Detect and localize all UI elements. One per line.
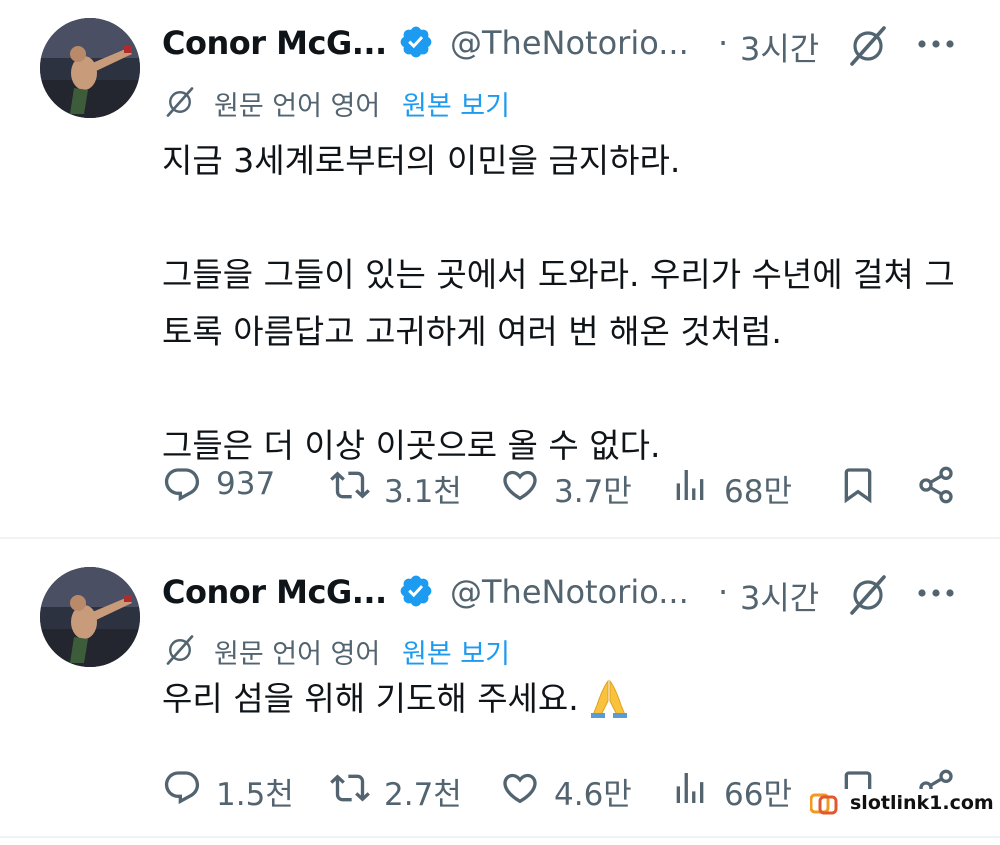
views-icon bbox=[676, 470, 704, 500]
tweet-paragraph: 토록 아름답고 고귀하게 여러 번 해온 것처럼. bbox=[162, 312, 782, 351]
retweet-icon bbox=[330, 774, 370, 802]
tweet-header: Conor McG... @TheNotorio... · 3시간 bbox=[162, 567, 982, 617]
reply-count: 1.5천 bbox=[216, 777, 294, 813]
tweet-actions: 937 3.1천 3.7만 68만 bbox=[162, 460, 972, 510]
avatar-photo-icon bbox=[40, 567, 140, 667]
avatar[interactable] bbox=[40, 18, 140, 118]
more-icon[interactable] bbox=[914, 575, 958, 611]
bookmark-icon bbox=[844, 468, 872, 504]
tweet-text: 우리 섬을 위해 기도해 주세요. bbox=[162, 670, 982, 727]
tweet-paragraph: 그들을 그들이 있는 곳에서 도와라. 우리가 수년에 걸쳐 그 bbox=[162, 255, 955, 294]
views-icon bbox=[676, 773, 704, 803]
show-original-link[interactable]: 원본 보기 bbox=[402, 84, 510, 123]
author-handle[interactable]: @TheNotorio... bbox=[450, 573, 689, 611]
views-count: 68만 bbox=[724, 474, 792, 510]
tweet-paragraph-text: 우리 섬을 위해 기도해 주세요. bbox=[162, 679, 579, 718]
like-count: 3.7만 bbox=[554, 474, 632, 510]
avatar-photo-icon bbox=[40, 18, 140, 118]
share-icon bbox=[919, 466, 953, 504]
reply-icon bbox=[164, 771, 200, 805]
like-icon bbox=[503, 773, 537, 804]
views-count: 66만 bbox=[724, 777, 792, 813]
translation-bar: 원문 언어 영어 원본 보기 bbox=[162, 630, 662, 670]
avatar[interactable] bbox=[40, 567, 140, 667]
tweet-text: 지금 3세계로부터의 이민을 금지하라. 그들을 그들이 있는 곳에서 도와라.… bbox=[162, 132, 982, 474]
verified-badge-icon bbox=[400, 26, 432, 58]
grok-icon[interactable] bbox=[844, 22, 892, 70]
tweet-divider bbox=[0, 537, 1000, 539]
watermark-logo-icon bbox=[810, 793, 838, 815]
show-original-link[interactable]: 원본 보기 bbox=[402, 632, 510, 671]
tweet-header: Conor McG... @TheNotorio... · 3시간 bbox=[162, 18, 982, 68]
author-handle[interactable]: @TheNotorio... bbox=[450, 24, 689, 62]
translation-language-label: 원문 언어 영어 bbox=[214, 91, 381, 122]
timestamp[interactable]: 3시간 bbox=[740, 573, 819, 619]
folded-hands-emoji-icon bbox=[590, 678, 627, 718]
timestamp[interactable]: 3시간 bbox=[740, 24, 819, 70]
like-icon bbox=[503, 470, 537, 501]
more-icon[interactable] bbox=[914, 26, 958, 62]
separator-dot: · bbox=[718, 24, 729, 62]
tweet-paragraph: 우리 섬을 위해 기도해 주세요. bbox=[162, 670, 982, 727]
retweet-icon bbox=[330, 471, 370, 499]
grok-translate-icon bbox=[166, 635, 194, 665]
grok-icon[interactable] bbox=[844, 571, 892, 619]
tweet-divider bbox=[0, 836, 1000, 838]
watermark: slotlink1.com bbox=[806, 789, 994, 819]
reply-icon bbox=[164, 468, 200, 502]
grok-translate-icon bbox=[166, 87, 194, 117]
watermark-text: slotlink1.com bbox=[850, 792, 994, 814]
author-name[interactable]: Conor McG... bbox=[162, 24, 387, 62]
tweet-1[interactable]: Conor McG... @TheNotorio... · 3시간 원문 언어 … bbox=[0, 0, 1000, 533]
translation-language-label: 원문 언어 영어 bbox=[214, 639, 381, 670]
tweet-paragraph: 지금 3세계로부터의 이민을 금지하라. bbox=[162, 141, 681, 180]
retweet-count: 2.7천 bbox=[384, 777, 462, 813]
retweet-count: 3.1천 bbox=[384, 474, 462, 510]
like-count: 4.6만 bbox=[554, 777, 632, 813]
author-name[interactable]: Conor McG... bbox=[162, 573, 387, 611]
verified-badge-icon bbox=[400, 575, 432, 607]
translation-bar: 원문 언어 영어 원본 보기 bbox=[162, 82, 662, 122]
separator-dot: · bbox=[718, 573, 729, 611]
reply-count: 937 bbox=[216, 466, 276, 502]
